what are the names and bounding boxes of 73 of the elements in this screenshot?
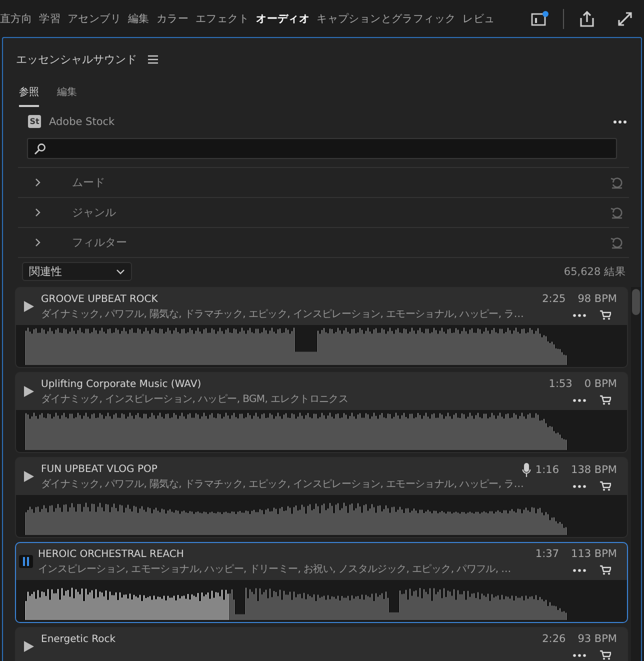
panel-tab[interactable]: 参照 (19, 85, 39, 107)
reset-icon[interactable] (609, 236, 623, 249)
more-icon[interactable] (573, 314, 586, 316)
track-title: GROOVE UPBEAT ROCK (41, 293, 159, 306)
chevron-icon[interactable] (35, 178, 41, 187)
play-button[interactable] (24, 471, 34, 482)
search-icon (34, 142, 46, 154)
track-bpm: 98 BPM (578, 293, 617, 306)
scrollbar[interactable] (631, 287, 641, 661)
filter-label[interactable]: ジャンル (72, 205, 609, 220)
track-tags: インスピレーション, エモーショナル, ハッピー, ドリーミー, お祝い, ノスタルジック, エピック, パワフル, … (38, 562, 511, 577)
result-count: 65,628 結果 (564, 264, 626, 278)
workspace-tab[interactable]: エフェクト (196, 12, 250, 26)
panel-title: エッセンシャルサウンド (16, 52, 137, 66)
workspace-tab[interactable]: カラー (156, 12, 189, 26)
play-button[interactable] (24, 641, 34, 652)
track-card[interactable]: Energetic Rock 2:26 93 BPM (15, 627, 628, 661)
chevron-icon[interactable] (35, 238, 41, 247)
search-field[interactable] (27, 138, 617, 159)
track-card[interactable]: FUN UPBEAT VLOG POP ダイナミック, パワフル, 陽気な, ドラマチック, エピック, インスピレーション, エモーショナル, ハッピー, ラ… 1:16 138 BPM (15, 457, 628, 538)
stock-logo: St (28, 115, 41, 128)
more-icon[interactable] (573, 398, 586, 402)
workspace-tab[interactable]: 直方向 (0, 12, 32, 26)
panel-notification-icon[interactable] (531, 10, 549, 26)
share-icon[interactable] (578, 10, 596, 28)
menu-icon[interactable] (148, 54, 158, 64)
panel-tab[interactable]: 編集 (57, 85, 77, 107)
track-card[interactable]: Uplifting Corporate Music (WAV) ダイナミック, インスピレーション, ハッピー, BGM, エレクトロニクス 1:53 0 BPM (15, 372, 628, 453)
reset-icon[interactable] (609, 206, 623, 219)
more-icon[interactable] (613, 120, 627, 124)
track-duration: 2:26 (542, 633, 566, 646)
cart-icon[interactable] (600, 481, 611, 491)
play-button[interactable] (24, 301, 34, 312)
track-tags: ダイナミック, パワフル, 陽気な, ドラマチック, エピック, インスピレーション, エモーショナル, ハッピー, ラ… (41, 307, 524, 322)
track-title: FUN UPBEAT VLOG POP (41, 463, 158, 476)
track-duration: 1:16 (535, 464, 560, 476)
track-title: Uplifting Corporate Music (WAV) (41, 378, 202, 391)
chevron-icon[interactable] (35, 208, 41, 217)
filter-label[interactable]: ムード (72, 175, 609, 190)
workspace-tab[interactable]: アセンブリ (68, 12, 122, 26)
track-bpm: 138 BPM (571, 464, 617, 476)
track-title: HEROIC ORCHESTRAL REACH (38, 548, 185, 561)
cart-icon[interactable] (600, 310, 611, 320)
track-duration: 1:53 (548, 378, 572, 391)
track-title: Energetic Rock (41, 633, 117, 646)
workspace-tab[interactable]: レビュ (462, 12, 495, 26)
expand-icon[interactable] (616, 10, 634, 28)
caret-icon (116, 268, 125, 274)
filter-label[interactable]: フィルター (72, 235, 609, 250)
track-card[interactable]: GROOVE UPBEAT ROCK ダイナミック, パワフル, 陽気な, ドラマチック, エピック, インスピレーション, エモーショナル, ハッピー, ラ… 2:25 98 BPM (15, 287, 628, 368)
track-tags: ダイナミック, インスピレーション, ハッピー, BGM, エレクトロニクス (41, 392, 348, 407)
workspace-tab[interactable]: オーディオ (256, 12, 310, 26)
cart-icon[interactable] (600, 650, 611, 660)
more-icon[interactable] (573, 484, 586, 488)
track-bpm: 0 BPM (584, 378, 617, 391)
more-icon[interactable] (573, 568, 586, 572)
workspace-tab[interactable]: キャプションとグラフィック (316, 12, 456, 26)
play-button[interactable] (24, 386, 34, 397)
track-bpm: 113 BPM (571, 548, 617, 561)
track-bpm: 93 BPM (578, 633, 617, 646)
track-card[interactable]: HEROIC ORCHESTRAL REACH インスピレーション, エモーショナル, ハッピー, ドリーミー, お祝い, ノスタルジック, エピック, パワフル, … 1:37 113 BPM (15, 542, 628, 623)
track-duration: 2:25 (542, 293, 566, 306)
track-tags: ダイナミック, パワフル, 陽気な, ドラマチック, エピック, インスピレーション, エモーショナル, ハッピー, ラ… (41, 477, 524, 492)
track-duration: 1:37 (535, 548, 560, 561)
pause-button[interactable] (19, 555, 33, 568)
reset-icon[interactable] (609, 176, 623, 189)
workspace-tab[interactable]: 学習 (39, 12, 61, 26)
source-label: Adobe Stock (49, 116, 116, 128)
workspace-tab[interactable]: 編集 (128, 12, 150, 26)
cart-icon[interactable] (600, 395, 611, 405)
cart-icon[interactable] (600, 565, 611, 575)
sort-dropdown[interactable]: 関連性 (22, 262, 132, 281)
more-icon[interactable] (573, 654, 586, 656)
